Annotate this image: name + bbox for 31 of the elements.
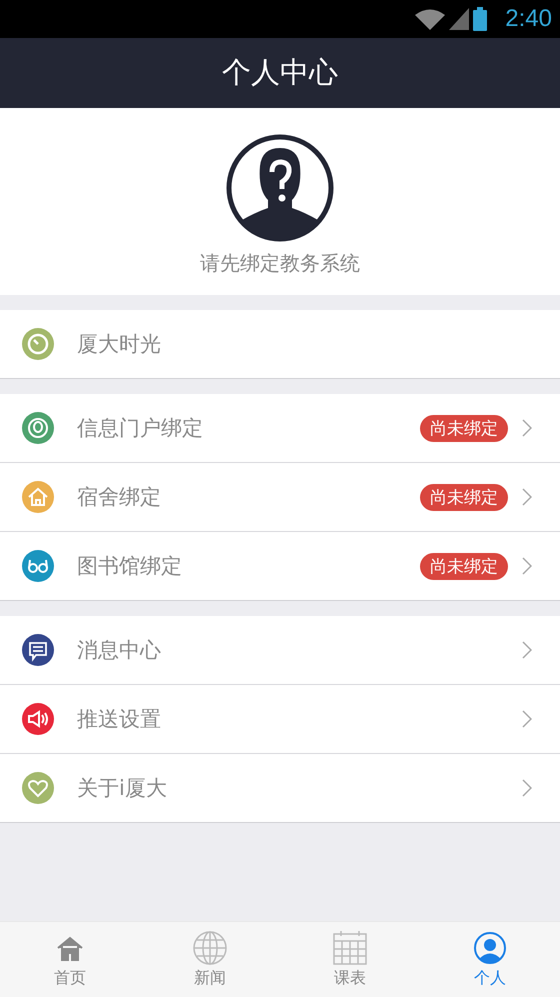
menu-item[interactable]: 图书馆绑定 尚未绑定 xyxy=(0,531,560,600)
clock-time: 2:40 xyxy=(505,5,552,33)
menu-label: 关于i厦大 xyxy=(77,775,168,802)
user-icon xyxy=(472,930,508,966)
tab[interactable]: 个人 xyxy=(420,922,560,997)
tab[interactable]: 课表 xyxy=(280,922,420,997)
unknown-user-icon[interactable] xyxy=(226,134,334,242)
wifi-icon xyxy=(415,8,446,30)
menu-item[interactable]: 宿舍绑定 尚未绑定 xyxy=(0,462,560,531)
menu-item[interactable]: 推送设置 xyxy=(0,684,560,753)
menu-item[interactable]: 信息门户绑定 尚未绑定 xyxy=(0,394,560,462)
status-badge: 尚未绑定 xyxy=(420,552,508,580)
menu-label: 图书馆绑定 xyxy=(77,553,183,580)
menu-label: 消息中心 xyxy=(77,637,162,664)
page-title: 个人中心 xyxy=(222,54,338,91)
tab[interactable]: 首页 xyxy=(0,922,140,997)
battery-icon xyxy=(473,7,488,31)
signal-icon xyxy=(449,8,470,30)
menu-label: 推送设置 xyxy=(77,706,162,733)
menu-item[interactable]: 关于i厦大 xyxy=(0,753,560,822)
menu-item[interactable]: 消息中心 xyxy=(0,616,560,684)
menu-item[interactable]: 厦大时光 xyxy=(0,310,560,378)
menu-label: 厦大时光 xyxy=(77,331,162,358)
bind-prompt[interactable]: 请先绑定教务系统 xyxy=(200,250,360,277)
globe-icon xyxy=(192,930,228,966)
status-badge: 尚未绑定 xyxy=(420,414,508,442)
calendar-icon xyxy=(332,930,368,966)
status-badge: 尚未绑定 xyxy=(420,484,508,510)
menu-label: 信息门户绑定 xyxy=(77,415,204,442)
tab[interactable]: 新闻 xyxy=(140,922,280,997)
menu-label: 宿舍绑定 xyxy=(77,484,162,511)
